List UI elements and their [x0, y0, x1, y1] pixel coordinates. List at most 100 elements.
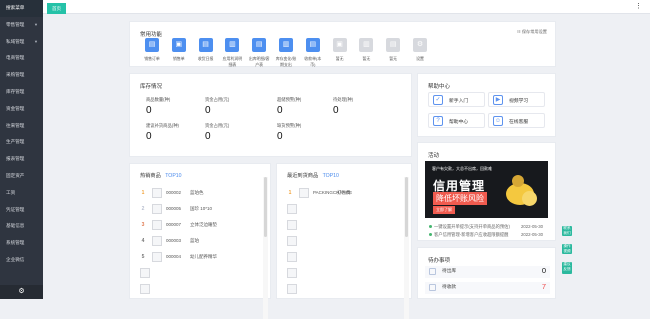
table-row[interactable]: 1 PACKINGCHARGE 打包费 [277, 188, 411, 202]
side-chip-2[interactable]: 建议反馈 [562, 262, 572, 274]
common-function-label[interactable]: 设置 [409, 56, 431, 62]
common-function-icon[interactable]: ▥ [225, 38, 240, 52]
chevron-down-icon: ▼ [34, 21, 38, 27]
common-function-label[interactable]: 出库明细/客户表 [248, 56, 270, 68]
empty-product-placeholder [287, 220, 297, 230]
table-row[interactable]: 5 000004 幼儿配养精华 [130, 252, 270, 266]
hot-products-badge: TOP10 [165, 173, 182, 179]
rank-icon: 5 [141, 254, 145, 260]
sidebar-item[interactable]: 往来管理 [0, 118, 43, 135]
help-link-label[interactable]: 在线客服 [509, 118, 528, 125]
banner-button[interactable]: 立即了解 [433, 206, 455, 214]
recent-products-scrollbar[interactable] [404, 177, 409, 319]
sidebar-item[interactable]: 资金管理 [0, 101, 43, 118]
hot-products-scrollbar[interactable] [263, 177, 268, 319]
common-function-icon[interactable]: ▤ [198, 38, 213, 52]
sidebar: 搜索菜单 零售管理 ▼ 私域管理 ▼ 电商管理 采购管理 库存管理 资金管理 往来管理生产管理报表… [0, 0, 43, 299]
inventory-metric-value: 0 [146, 105, 152, 116]
banner-headline-2: 降低坏账风险 [433, 192, 487, 205]
common-function-icon[interactable]: ▣ [171, 38, 186, 52]
todo-row[interactable]: 待出库 0 [425, 266, 550, 278]
product-image-placeholder [152, 188, 162, 198]
common-function-icon[interactable]: ▤ [305, 38, 320, 52]
sidebar-item[interactable]: 报表管理 [0, 151, 43, 168]
inventory-metric-label: 建议补货商品(种) [146, 123, 179, 128]
table-row[interactable]: 4 000003 蓝珀 [130, 236, 270, 250]
todo-row[interactable]: 待收款 7 [425, 282, 550, 294]
sidebar-item[interactable]: 搜索菜单 [0, 0, 43, 17]
settings-link[interactable]: ☷ 保存常用设置 [517, 29, 547, 35]
tab-home[interactable]: 首页 [47, 3, 66, 14]
empty-product-placeholder [287, 204, 297, 214]
table-row[interactable]: 1 000002 蓝珀色 [130, 188, 270, 202]
todo-title: 待办事项 [428, 258, 451, 264]
rank-icon: 1 [141, 190, 145, 196]
inventory-metric-label: 商品数量(种) [146, 97, 171, 102]
product-image-placeholder [299, 188, 309, 198]
inventory-metric-value: 0 [277, 131, 283, 142]
side-chip-0[interactable]: 联系我们 [562, 226, 572, 236]
common-function-label[interactable]: 暂无 [355, 56, 377, 62]
common-function-label[interactable]: 销售单 [168, 56, 190, 62]
banner-top-text: 客户有欠款，大总不出席，回款难 [432, 166, 492, 171]
sidebar-item[interactable]: 凭证管理 [0, 202, 43, 219]
help-link-label[interactable]: 视频学习 [509, 97, 528, 104]
sidebar-item[interactable]: 固定资产 [0, 168, 43, 185]
common-function-icon[interactable]: ▥ [359, 38, 374, 52]
help-link-label[interactable]: 帮助中心 [449, 118, 468, 125]
table-row[interactable]: 3 000007 立体泛边睡垫 [130, 220, 270, 234]
credit-management-banner[interactable]: 客户有欠款，大总不出席，回款难 信用管理 降低坏账风险 立即了解 [425, 161, 548, 218]
sidebar-item[interactable]: 生产管理 [0, 134, 43, 151]
common-function-label[interactable]: 收货日报 [195, 56, 217, 62]
todo-label: 待出库 [442, 268, 457, 273]
common-function-label[interactable]: 应用利润明细表 [221, 56, 243, 68]
sidebar-item[interactable]: 零售管理 ▼ [0, 17, 43, 34]
sidebar-item[interactable]: 基础信息 [0, 218, 43, 235]
common-function-label[interactable]: 暂无 [382, 56, 404, 62]
empty-product-placeholder [287, 284, 297, 294]
gear-icon[interactable]: ⚙ [0, 285, 43, 299]
sidebar-item[interactable]: 工资 [0, 185, 43, 202]
common-function-icon[interactable]: ▤ [252, 38, 267, 52]
help-link-icon: ✓ [433, 95, 443, 105]
recent-products-title: 最近到货商品 TOP10 [287, 172, 339, 179]
sidebar-item[interactable]: 企业微信 [0, 252, 43, 269]
chevron-down-icon: ▼ [34, 38, 38, 44]
news-item[interactable]: 一键设置开单提示(支持开单商品的预估) [434, 224, 516, 230]
news-date: 2022-05-30 [521, 224, 543, 229]
help-link-3[interactable]: ☺ 在线客服 [488, 113, 545, 128]
news-item[interactable]: 客户信用管理-新增客户应收超限额提醒 [434, 232, 516, 238]
help-link-2[interactable]: ? 帮助中心 [428, 113, 485, 128]
sidebar-item[interactable]: 私域管理 ▼ [0, 34, 43, 51]
help-link-icon: ▶ [493, 95, 503, 105]
todo-label: 待收款 [442, 284, 457, 289]
help-link-label[interactable]: 新手入门 [449, 97, 468, 104]
rank-icon: 2 [141, 206, 145, 212]
product-code: 000004 [166, 254, 182, 259]
help-link-1[interactable]: ▶ 视频学习 [488, 92, 545, 107]
common-function-icon[interactable]: ⚙ [413, 38, 427, 52]
more-menu-icon[interactable]: ⋮ [635, 0, 642, 14]
side-chip-1[interactable]: 操作视频 [562, 244, 572, 254]
sidebar-item[interactable]: 采购管理 [0, 67, 43, 84]
inventory-panel: 库存情况 商品数量(种) 0 资金占用(元) 0 超储预警(种) 0 待处理(种) 0 建议补货… [129, 73, 412, 157]
help-link-0[interactable]: ✓ 新手入门 [428, 92, 485, 107]
common-function-label[interactable]: 库存变化/账期支出 [275, 56, 297, 68]
common-function-icon[interactable]: ▤ [386, 38, 401, 52]
common-function-icon[interactable]: ▤ [145, 38, 159, 52]
sidebar-item[interactable]: 电商管理 [0, 50, 43, 67]
common-function-icon[interactable]: ▣ [332, 38, 347, 52]
common-function-label[interactable]: 收款单(本币) [302, 56, 324, 68]
sidebar-item-label: 系统管理 [6, 240, 25, 246]
sidebar-item[interactable]: 库存管理 [0, 84, 43, 101]
inventory-metric-value: 0 [277, 105, 283, 116]
common-function-label[interactable]: 暂无 [329, 56, 351, 62]
common-functions-panel: 常用功能 ☷ 保存常用设置 ▤ 销售订单 ▣ 销售单 ▤ 收货日报 ▥ 应用利润明细表 ▤ 出库明… [129, 21, 556, 67]
common-function-icon[interactable]: ▥ [279, 38, 293, 52]
common-function-label[interactable]: 销售订单 [141, 56, 163, 62]
inventory-metric-label: 资金占用(元) [205, 97, 230, 102]
sidebar-item-label: 生产管理 [6, 139, 25, 145]
table-row[interactable]: 2 000005 国珍 10*10 [130, 204, 270, 218]
sidebar-item[interactable]: 系统管理 [0, 235, 43, 252]
product-image-placeholder [152, 204, 162, 214]
